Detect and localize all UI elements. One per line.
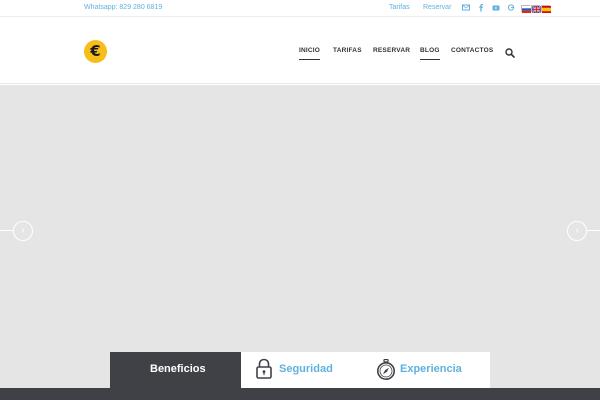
- nav-item-inicio[interactable]: INICIO: [299, 47, 321, 60]
- slider-line-right: [587, 230, 600, 231]
- search-icon[interactable]: [505, 45, 515, 58]
- whatsapp-number[interactable]: Whatsapp: 829 280 6819: [84, 4, 162, 11]
- logo[interactable]: €: [84, 40, 107, 63]
- top-link-tarifas[interactable]: Tarifas: [389, 4, 410, 11]
- padlock-icon: [255, 358, 273, 385]
- russian-flag-icon[interactable]: [521, 5, 531, 13]
- chevron-right-icon: ›: [575, 225, 579, 236]
- tab-beneficios[interactable]: Beneficios: [110, 352, 241, 388]
- tab-seguridad[interactable]: Seguridad: [241, 352, 367, 388]
- top-link-reservar[interactable]: Reservar: [423, 4, 451, 11]
- youtube-icon[interactable]: [492, 3, 500, 12]
- top-bar: Whatsapp: 829 280 6819 Tarifas Reservar: [0, 0, 600, 17]
- hero-slider[interactable]: ‹ ›: [0, 85, 600, 390]
- tab-label: Seguridad: [279, 363, 333, 375]
- nav-item-tarifas[interactable]: TARIFAS: [333, 47, 362, 54]
- nav-item-reservar[interactable]: RESERVAR: [373, 47, 410, 54]
- site-header: € INICIO TARIFAS RESERVAR BLOG CONTACTOS: [0, 18, 600, 84]
- mail-icon[interactable]: [462, 3, 470, 12]
- tab-label: Beneficios: [150, 363, 206, 375]
- euro-logo-icon: €: [90, 42, 101, 60]
- chevron-left-icon: ‹: [21, 225, 25, 236]
- tab-experiencia[interactable]: Experiencia: [367, 352, 490, 388]
- uk-flag-icon[interactable]: [531, 5, 541, 13]
- nav-item-blog[interactable]: BLOG: [420, 47, 440, 60]
- googleplus-icon[interactable]: [507, 3, 515, 12]
- tab-label: Experiencia: [400, 363, 462, 375]
- feature-tabs: Beneficios Seguridad Experiencia: [110, 352, 490, 388]
- spanish-flag-icon[interactable]: [541, 5, 551, 13]
- facebook-icon[interactable]: [477, 3, 485, 12]
- slider-next-button[interactable]: ›: [567, 221, 587, 241]
- slider-prev-button[interactable]: ‹: [13, 221, 33, 241]
- compass-icon: [376, 358, 396, 386]
- nav-item-contactos[interactable]: CONTACTOS: [451, 47, 493, 54]
- slider-line-left: [0, 230, 14, 231]
- dark-section-band: [0, 388, 600, 400]
